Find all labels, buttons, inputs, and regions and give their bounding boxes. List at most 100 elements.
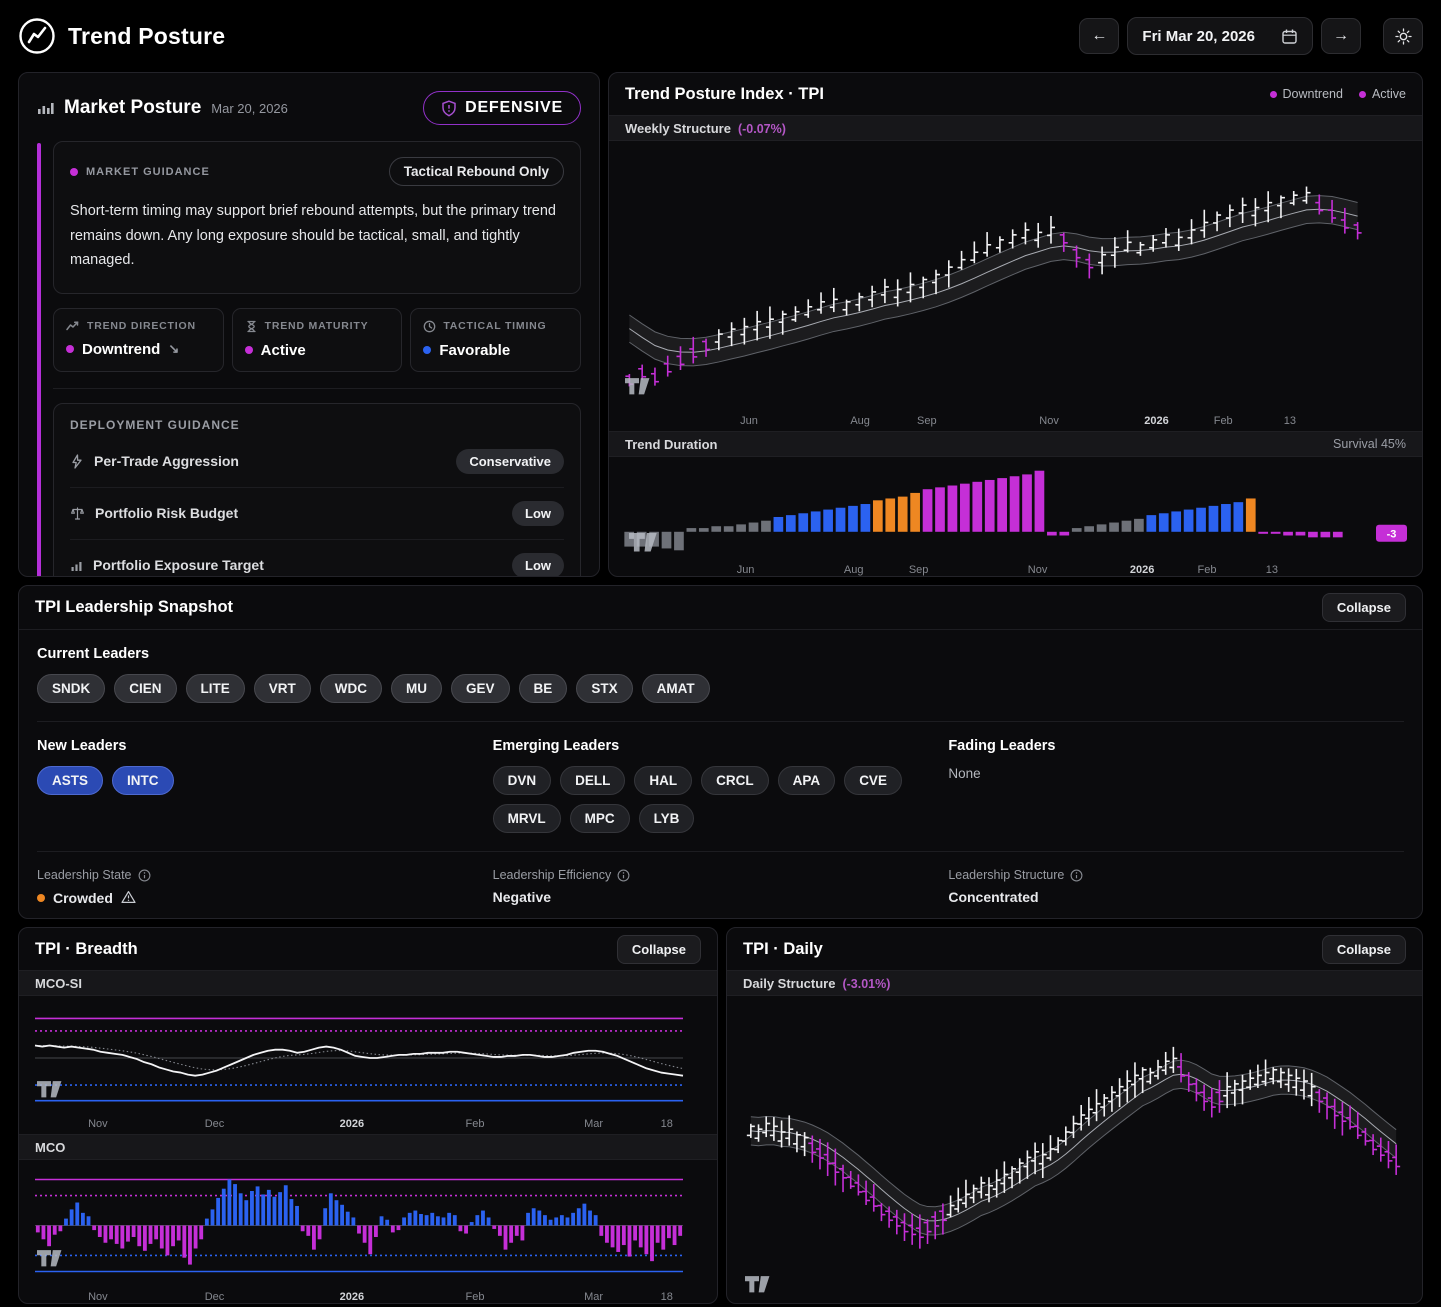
tpi-card: Trend Posture Index · TPI Downtrend Acti… (608, 72, 1423, 577)
leadership-efficiency-value: Negative (493, 889, 551, 905)
bolt-icon (70, 454, 84, 469)
svg-text:2026: 2026 (1144, 415, 1168, 427)
risk-budget-value-pill: Low (512, 501, 564, 526)
deploy-row-label: Portfolio Risk Budget (95, 505, 238, 521)
deploy-row-risk-budget: Portfolio Risk Budget Low (70, 488, 564, 540)
daily-card: TPI · Daily Collapse Daily Structure (-3… (726, 927, 1423, 1304)
fading-leaders-column: Fading Leaders None (948, 738, 1404, 833)
ticker-chip[interactable]: AMAT (642, 674, 710, 703)
svg-text:Aug: Aug (850, 415, 870, 427)
breadth-collapse-button[interactable]: Collapse (617, 935, 701, 964)
deploy-row-aggression: Per-Trade Aggression Conservative (70, 436, 564, 488)
survival-stat: Survival 45% (1333, 437, 1406, 451)
leadership-collapse-button[interactable]: Collapse (1322, 593, 1406, 622)
divider (37, 851, 1404, 852)
ticker-chip[interactable]: MPC (570, 804, 630, 833)
deploy-row-exposure: Portfolio Exposure Target Low (70, 540, 564, 577)
trend-direction-dot (66, 345, 74, 353)
ticker-chip[interactable]: DVN (493, 766, 552, 795)
mco-si-chart[interactable]: NovDec2026FebMar18 (19, 996, 717, 1134)
info-icon[interactable] (617, 869, 630, 882)
svg-text:18: 18 (661, 1291, 673, 1303)
ticker-chip[interactable]: BE (519, 674, 568, 703)
market-posture-title: Market Posture (64, 97, 201, 119)
next-day-button[interactable]: → (1321, 18, 1361, 54)
ticker-chip[interactable]: SNDK (37, 674, 105, 703)
leadership-state-value: Crowded (53, 890, 113, 906)
market-guidance-box: MARKET GUIDANCE Tactical Rebound Only Sh… (53, 141, 581, 294)
svg-text:2026: 2026 (340, 1118, 364, 1130)
ticker-chip[interactable]: LYB (639, 804, 695, 833)
trend-maturity-dot (245, 346, 253, 354)
ticker-chip[interactable]: MRVL (493, 804, 561, 833)
leadership-efficiency-stat: Leadership Efficiency Negative (493, 868, 949, 906)
legend-label: Downtrend (1283, 87, 1343, 101)
svg-text:Jun: Jun (737, 564, 755, 576)
stat-value: Active (261, 342, 306, 359)
ticker-chip[interactable]: STX (576, 674, 632, 703)
tpi-legend: Downtrend Active (1270, 87, 1407, 101)
leadership-structure-label: Leadership Structure (948, 868, 1064, 882)
new-leaders-list: ASTS INTC (37, 766, 493, 795)
daily-structure-change: (-3.01%) (842, 977, 890, 991)
svg-text:Jun: Jun (740, 415, 758, 427)
ticker-chip[interactable]: CVE (844, 766, 902, 795)
ticker-chip[interactable]: CRCL (701, 766, 769, 795)
deploy-row-label: Portfolio Exposure Target (93, 557, 264, 573)
weekly-structure-chart[interactable]: JunAugSepNov2026Feb13 (609, 141, 1422, 431)
guidance-tag: Tactical Rebound Only (389, 157, 564, 186)
svg-text:13: 13 (1266, 564, 1278, 576)
new-leaders-column: New Leaders ASTSINTC (37, 738, 493, 833)
current-date: Fri Mar 20, 2026 (1142, 28, 1255, 45)
market-posture-date: Mar 20, 2026 (211, 101, 288, 116)
brand: Trend Posture (18, 17, 225, 55)
theme-toggle-button[interactable] (1383, 18, 1423, 54)
ticker-chip[interactable]: GEV (451, 674, 510, 703)
svg-text:Dec: Dec (205, 1118, 225, 1130)
ticker-chip[interactable]: MU (391, 674, 442, 703)
ticker-chip[interactable]: HAL (634, 766, 692, 795)
ticker-chip[interactable]: CIEN (114, 674, 176, 703)
svg-text:18: 18 (661, 1118, 673, 1130)
emerging-leaders-label: Emerging Leaders (493, 738, 949, 754)
ticker-chip[interactable]: INTC (112, 766, 174, 795)
ticker-chip[interactable]: APA (778, 766, 836, 795)
stat-label: TREND DIRECTION (87, 320, 196, 332)
weekly-structure-label: Weekly Structure (625, 121, 731, 136)
leadership-structure-value: Concentrated (948, 889, 1038, 905)
daily-collapse-button[interactable]: Collapse (1322, 935, 1406, 964)
date-picker-button[interactable]: Fri Mar 20, 2026 (1127, 17, 1313, 55)
info-icon[interactable] (138, 869, 151, 882)
svg-text:Feb: Feb (466, 1118, 485, 1130)
current-leaders-list: SNDK CIEN LITE VRT WDC MU GEV BE STX AMAT (37, 674, 1404, 703)
mco-chart[interactable]: NovDec2026FebMar18 (19, 1160, 717, 1304)
warning-icon (121, 889, 136, 906)
scale-icon (70, 506, 85, 521)
info-icon[interactable] (1070, 869, 1083, 882)
ticker-chip[interactable]: WDC (320, 674, 382, 703)
aggression-value-pill: Conservative (456, 449, 564, 474)
leadership-efficiency-label: Leadership Efficiency (493, 868, 612, 882)
stat-label: TACTICAL TIMING (443, 320, 546, 332)
trend-posture-logo-icon (18, 17, 56, 55)
ticker-chip[interactable]: VRT (254, 674, 311, 703)
stat-value: Downtrend (82, 341, 160, 358)
bars-icon (70, 559, 83, 572)
svg-text:Nov: Nov (1028, 564, 1048, 576)
daily-title: TPI · Daily (743, 940, 823, 959)
prev-day-button[interactable]: ← (1079, 18, 1119, 54)
ticker-chip[interactable]: ASTS (37, 766, 103, 795)
crowded-dot (37, 894, 45, 902)
exposure-value-pill: Low (512, 553, 564, 577)
svg-text:-3: -3 (1387, 528, 1397, 540)
ticker-chip[interactable]: DELL (560, 766, 625, 795)
current-leaders-label: Current Leaders (37, 646, 1404, 662)
daily-structure-chart[interactable] (727, 996, 1422, 1304)
stat-value: Favorable (439, 342, 510, 359)
calendar-icon (1281, 28, 1298, 45)
ticker-chip[interactable]: LITE (186, 674, 245, 703)
fading-leaders-label: Fading Leaders (948, 738, 1404, 754)
stat-tactical-timing: TACTICAL TIMING Favorable (410, 308, 581, 372)
posture-accent-section: MARKET GUIDANCE Tactical Rebound Only Sh… (37, 141, 581, 577)
trend-duration-chart[interactable]: -3JunAugSepNov2026Feb13 (609, 457, 1422, 577)
